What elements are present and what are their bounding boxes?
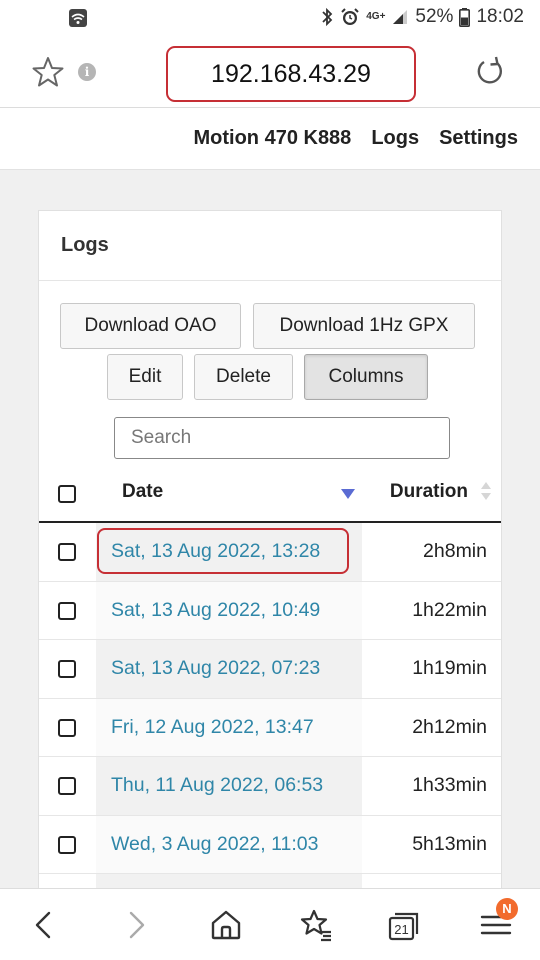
log-date-link[interactable]: Sat, 13 Aug 2022, 07:23 (111, 657, 320, 680)
site-info-icon[interactable]: i (78, 63, 96, 81)
log-duration: 1h22min (412, 598, 487, 621)
network-type: 4G+ (366, 11, 386, 22)
log-date-link[interactable]: Wed, 3 Aug 2022, 11:03 (111, 833, 318, 856)
columns-button[interactable]: Columns (304, 354, 428, 400)
url-field[interactable]: 192.168.43.29 (166, 46, 416, 102)
select-all-checkbox[interactable] (58, 485, 76, 503)
site-navbar: Motion 470 K888 Logs Settings (0, 108, 540, 170)
edit-button[interactable]: Edit (107, 354, 183, 400)
page-content: Logs Download OAO Download 1Hz GPX Edit … (0, 170, 540, 888)
row-checkbox[interactable] (58, 835, 76, 854)
table-row[interactable]: Fri, 12 Aug 2022, 13:47 2h12min (39, 698, 501, 757)
log-date-link[interactable]: Sat, 13 Aug 2022, 10:49 (111, 599, 320, 622)
tabs-count: 21 (394, 922, 408, 937)
browser-address-bar: i 192.168.43.29 (0, 36, 540, 108)
delete-button[interactable]: Delete (194, 354, 293, 400)
clock-time: 18:02 (476, 6, 524, 27)
download-oao-button[interactable]: Download OAO (60, 303, 241, 349)
nav-settings[interactable]: Settings (439, 127, 518, 150)
row-checkbox[interactable] (58, 601, 76, 620)
logs-panel: Logs Download OAO Download 1Hz GPX Edit … (38, 210, 502, 888)
url-text: 192.168.43.29 (211, 59, 371, 88)
column-header-duration[interactable]: Duration (390, 481, 468, 503)
log-duration: 2h12min (412, 715, 487, 738)
table-body: Sat, 13 Aug 2022, 13:28 2h8min Sat, 13 A… (39, 523, 501, 888)
sort-descending-icon[interactable] (341, 489, 355, 499)
status-bar: 4G+ 52% 18:02 (0, 0, 540, 36)
column-header-date[interactable]: Date (122, 481, 163, 503)
log-duration: 2h8min (423, 540, 487, 562)
table-row[interactable]: Wed, 3 Aug 2022, 11:03 5h13min (39, 815, 501, 874)
download-gpx-button[interactable]: Download 1Hz GPX (253, 303, 475, 349)
browser-bottom-bar: 21 (0, 888, 540, 960)
log-duration: 1h19min (412, 657, 487, 679)
tabs-icon[interactable]: 21 (384, 905, 424, 945)
date-cell (96, 874, 362, 888)
log-duration: 1h33min (412, 774, 487, 796)
nav-logs[interactable]: Logs (371, 127, 419, 150)
table-row[interactable]: Thu, 11 Aug 2022, 06:53 1h33min (39, 757, 501, 816)
forward-icon[interactable] (116, 905, 156, 945)
table-row[interactable]: Sat, 13 Aug 2022, 13:28 2h8min (39, 523, 501, 582)
table-row[interactable]: Sat, 13 Aug 2022, 10:49 1h22min (39, 581, 501, 640)
nav-device-name[interactable]: Motion 470 K888 (193, 127, 351, 150)
signal-icon (391, 8, 409, 26)
menu-notification-badge: N (496, 898, 518, 920)
bluetooth-icon (320, 7, 334, 27)
battery-icon (459, 7, 471, 27)
panel-title: Logs (39, 211, 501, 281)
wifi-icon (68, 8, 88, 33)
table-row[interactable]: Sat, 13 Aug 2022, 07:23 1h19min (39, 640, 501, 699)
log-duration: 5h13min (412, 832, 487, 855)
log-date-link[interactable]: Fri, 12 Aug 2022, 13:47 (111, 716, 314, 739)
bookmark-star-icon[interactable] (30, 54, 66, 90)
sort-both-icon[interactable] (479, 479, 493, 503)
row-checkbox[interactable] (58, 543, 76, 561)
reload-icon[interactable] (472, 54, 508, 90)
alarm-icon (340, 7, 360, 27)
battery-percent: 52% (415, 6, 454, 27)
row-checkbox[interactable] (58, 777, 76, 795)
search-input[interactable] (114, 417, 450, 459)
table-header: Date Duration (39, 467, 501, 523)
log-date-link[interactable]: Thu, 11 Aug 2022, 06:53 (111, 774, 323, 797)
bookmarks-icon[interactable] (296, 905, 336, 945)
row-checkbox[interactable] (58, 660, 76, 678)
log-date-link[interactable]: Sat, 13 Aug 2022, 13:28 (111, 540, 320, 563)
back-icon[interactable] (24, 905, 64, 945)
home-icon[interactable] (206, 905, 246, 945)
table-row-partial[interactable] (39, 874, 501, 888)
row-checkbox[interactable] (58, 718, 76, 737)
